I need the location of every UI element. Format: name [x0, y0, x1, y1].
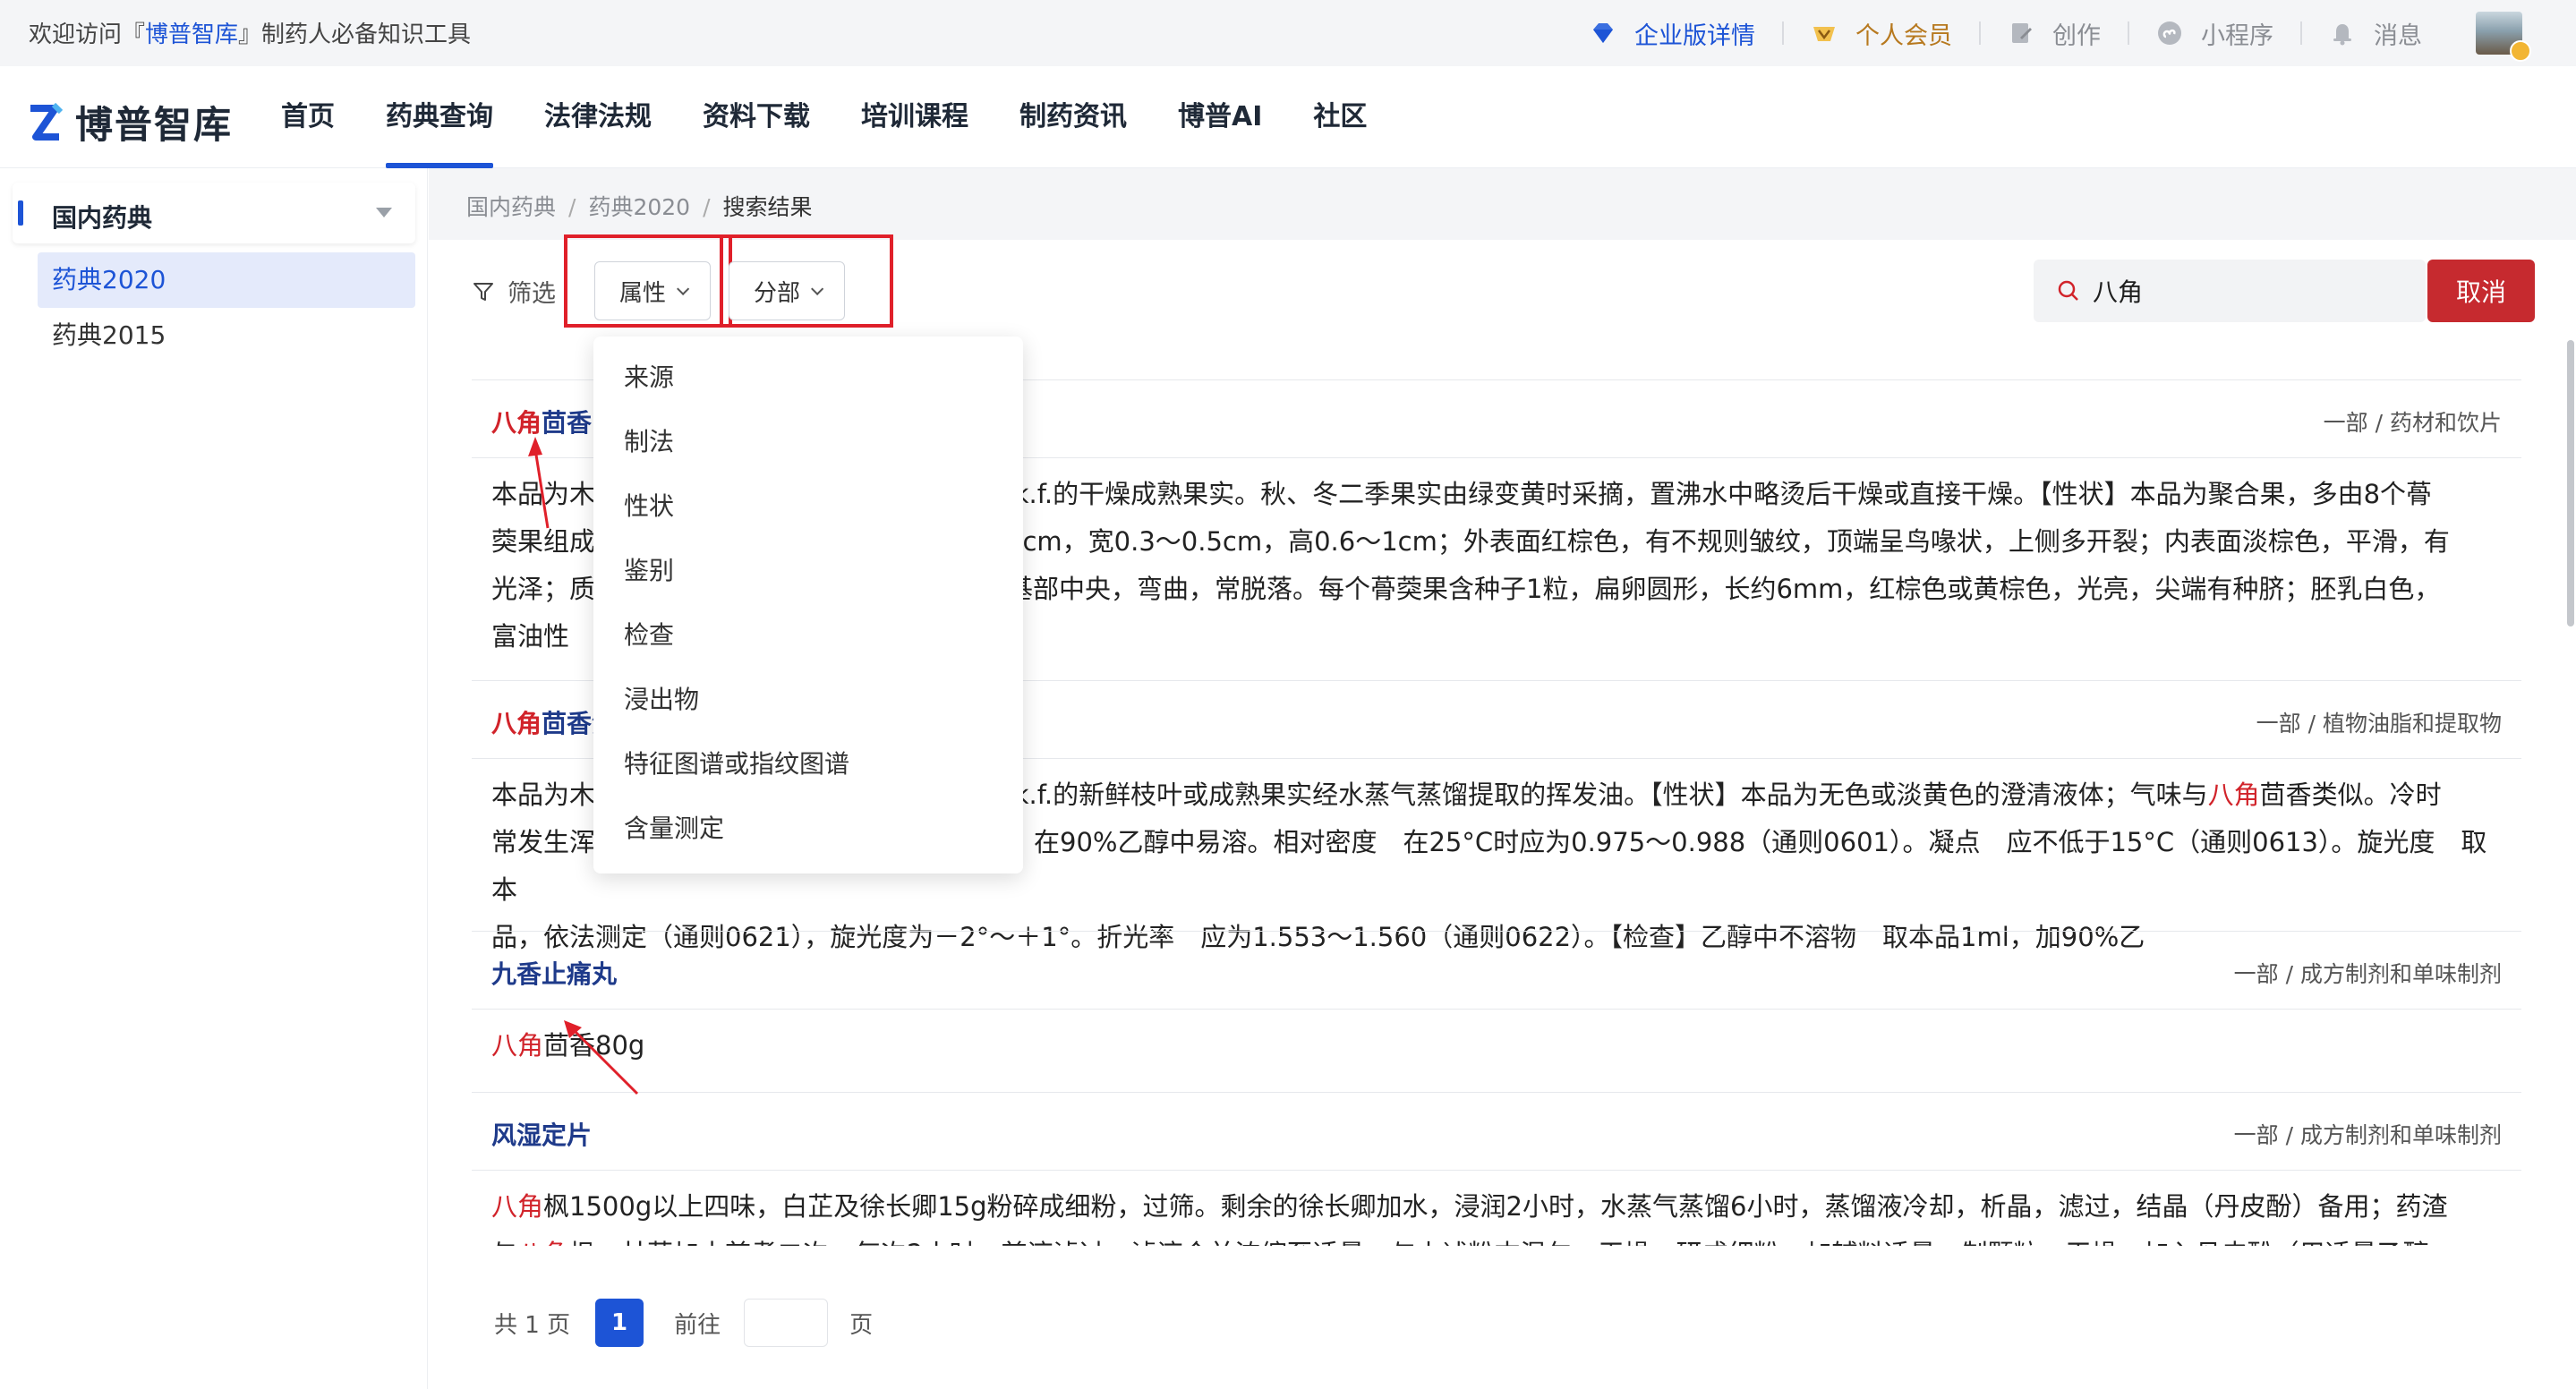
snippet-line: 八角枫1500g以上四味，白芷及徐长卿15g粉碎成细粉，过筛。剩余的徐长卿加水，… [491, 1191, 2448, 1222]
snippet-line: 与八角枫、甘草加水煎煮二次，每次2小时，煎液滤过，滤液合并浓缩至适量，与上述粉末… [491, 1231, 2505, 1246]
sidebar-item-2020[interactable]: 药典2020 [38, 252, 415, 308]
nav-menu: 首页 药典查询 法律法规 资料下载 培训课程 制药资讯 博普AI 社区 [281, 66, 1418, 168]
annotation-box [720, 234, 893, 328]
welcome-brand-link[interactable]: 博普智库 [145, 21, 238, 48]
main-navigation: 博普智库 首页 药典查询 法律法规 资料下载 培训课程 制药资讯 博普AI 社区 [0, 66, 2576, 168]
annotation-box [564, 234, 732, 328]
search-icon [2058, 280, 2078, 301]
diamond-icon [1593, 23, 1613, 43]
breadcrumb-item[interactable]: 药典2020 [588, 194, 690, 220]
nav-item-community[interactable]: 社区 [1313, 66, 1367, 168]
enterprise-details-link[interactable]: 企业版详情 [1563, 16, 1782, 51]
pagination: 共 1 页 1 前往 页 [494, 1298, 873, 1348]
sidebar-item-2015[interactable]: 药典2015 [38, 308, 415, 363]
result-category: 一部 / 药材和饮片 [2323, 410, 2502, 436]
nav-item-laws[interactable]: 法律法规 [544, 66, 652, 168]
top-welcome-bar: 欢迎访问『博普智库』制药人必备知识工具 企业版详情 个人会员 创作 小程序 消息 [0, 0, 2576, 66]
caret-down-icon [376, 208, 392, 217]
search-input[interactable] [2093, 270, 2406, 311]
search-box [2034, 260, 2426, 322]
result-category: 一部 / 植物油脂和提取物 [2256, 711, 2502, 737]
menu-item-preparation[interactable]: 制法 [593, 410, 1023, 474]
filter-label: 筛选 [472, 274, 556, 309]
result-header[interactable]: 风湿定片 一部 / 成方制剂和单味制剂 [472, 1092, 2521, 1171]
scrollbar[interactable] [2567, 340, 2574, 626]
vip-badge-icon [2510, 40, 2531, 62]
welcome-prefix: 欢迎访问『 [29, 21, 146, 48]
mini-program-link[interactable]: 小程序 [2129, 16, 2300, 51]
topbar-actions: 企业版详情 个人会员 创作 小程序 消息 [1563, 0, 2531, 66]
goto-page-input[interactable] [744, 1299, 829, 1347]
result-header[interactable]: 九香止痛丸 一部 / 成方制剂和单味制剂 [472, 931, 2521, 1010]
attribute-dropdown-menu: 来源 制法 性状 鉴别 检查 浸出物 特征图谱或指纹图谱 含量测定 [593, 337, 1023, 873]
result-category: 一部 / 成方制剂和单味制剂 [2233, 1122, 2502, 1148]
filter-icon [473, 282, 493, 301]
result-category: 一部 / 成方制剂和单味制剂 [2233, 961, 2502, 987]
site-logo[interactable]: 博普智库 [27, 95, 233, 149]
page-suffix: 页 [849, 1311, 874, 1339]
result-snippet: 八角枫1500g以上四味，白芷及徐长卿15g粉碎成细粉，过筛。剩余的徐长卿加水，… [491, 1183, 2505, 1246]
logo-icon [30, 102, 63, 141]
nav-item-home[interactable]: 首页 [281, 66, 335, 168]
bell-icon [2333, 24, 2351, 46]
goto-label: 前往 [674, 1311, 721, 1339]
avatar[interactable] [2476, 12, 2531, 62]
sidebar: 国内药典 药典2020 药典2015 [0, 168, 428, 1389]
vip-member-label: 个人会员 [1855, 21, 1952, 50]
sidebar-group-title: 国内药典 [52, 203, 153, 233]
vip-member-link[interactable]: 个人会员 [1784, 16, 1979, 51]
messages-label: 消息 [2374, 21, 2422, 50]
cancel-button[interactable]: 取消 [2427, 260, 2535, 322]
welcome-suffix: 』制药人必备知识工具 [238, 21, 472, 48]
result-title[interactable]: 八角茴香 [491, 404, 592, 439]
breadcrumb-current: 搜索结果 [722, 194, 813, 220]
menu-item-description[interactable]: 性状 [593, 474, 1023, 539]
enterprise-details-label: 企业版详情 [1634, 21, 1755, 50]
sidebar-accent-bar [18, 200, 23, 226]
menu-item-assay[interactable]: 含量测定 [593, 797, 1023, 861]
nav-item-pharmacopoeia[interactable]: 药典查询 [386, 66, 493, 168]
mini-program-label: 小程序 [2201, 21, 2273, 50]
menu-item-extract[interactable]: 浸出物 [593, 668, 1023, 732]
breadcrumb: 国内药典 / 药典2020/搜索结果 [466, 194, 813, 220]
edit-icon [2012, 23, 2032, 43]
sidebar-group-header[interactable]: 国内药典 [13, 183, 415, 243]
pagination-total: 共 1 页 [494, 1311, 571, 1339]
page-button[interactable]: 1 [595, 1299, 644, 1347]
messages-link[interactable]: 消息 [2302, 16, 2449, 51]
nav-item-news[interactable]: 制药资讯 [1019, 66, 1127, 168]
nav-item-training[interactable]: 培训课程 [861, 66, 968, 168]
logo-text: 博普智库 [75, 103, 234, 147]
result-title[interactable]: 风湿定片 [491, 1116, 592, 1152]
menu-item-source[interactable]: 来源 [593, 345, 1023, 410]
breadcrumb-item[interactable]: 国内药典 [466, 194, 556, 220]
filter-label-text: 筛选 [508, 280, 556, 308]
result-title[interactable]: 九香止痛丸 [491, 955, 617, 991]
result-snippet: 八角茴香80g [491, 1022, 2505, 1069]
menu-item-inspection[interactable]: 检查 [593, 603, 1023, 668]
welcome-text: 欢迎访问『博普智库』制药人必备知识工具 [29, 16, 471, 49]
snippet-line: 八角茴香80g [491, 1030, 645, 1061]
create-label: 创作 [2052, 21, 2101, 50]
mini-program-icon [2158, 21, 2181, 45]
menu-item-fingerprint[interactable]: 特征图谱或指纹图谱 [593, 732, 1023, 797]
nav-item-ai[interactable]: 博普AI [1178, 66, 1262, 168]
menu-item-identification[interactable]: 鉴别 [593, 539, 1023, 603]
nav-item-downloads[interactable]: 资料下载 [703, 66, 810, 168]
create-link[interactable]: 创作 [1981, 16, 2128, 51]
vip-crown-icon [1813, 27, 1835, 41]
